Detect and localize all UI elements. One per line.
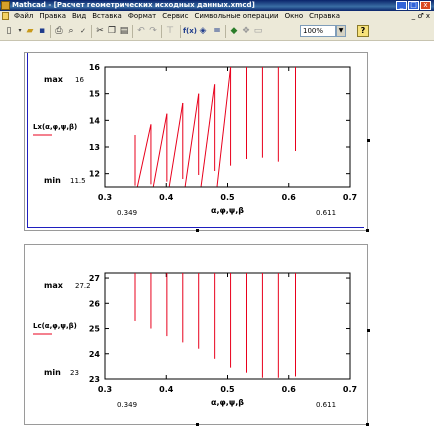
component-icon[interactable]: ◆ — [228, 25, 240, 37]
minimize-button[interactable]: _ — [396, 1, 407, 10]
x-axis-label: α,φ,ψ,β — [211, 398, 244, 407]
standard-toolbar: ▯ ▾ ▰ ▪ ⎙ ⌕ ✓ ✂ ❐ ▤ ↶ ↷ ⊤ f(x) ◈ = ◆ ❖ ▭… — [0, 22, 434, 41]
print-preview-icon[interactable]: ⌕ — [65, 25, 77, 37]
y-tick-label: 25 — [89, 325, 101, 334]
series-segment — [152, 113, 168, 187]
spell-check-icon[interactable]: ✓ — [77, 25, 89, 37]
x-tick-label: 0.5 — [220, 385, 235, 394]
close-button[interactable]: x — [420, 1, 431, 10]
menu-window[interactable]: Окно — [282, 11, 307, 22]
menu-format[interactable]: Формат — [125, 11, 159, 22]
xmax-value: 0.611 — [316, 401, 336, 409]
x-tick-label: 0.3 — [98, 385, 112, 394]
ymax-value: 16 — [75, 76, 84, 84]
series-segment — [216, 66, 232, 187]
title-bar: Mathcad - [Расчет геометрических исходны… — [0, 0, 434, 11]
xmax-value: 0.611 — [316, 209, 336, 217]
ymax-label: max — [44, 281, 64, 290]
y-tick-label: 12 — [89, 170, 100, 179]
y-axis-function-label: Lc(α,φ,ψ,β) — [33, 322, 77, 330]
x-tick-label: 0.7 — [343, 193, 357, 202]
y-axis-function-label: Lx(α,φ,ψ,β) — [33, 123, 77, 131]
menu-view[interactable]: Вид — [69, 11, 89, 22]
window-title: Mathcad - [Расчет геометрических исходны… — [12, 1, 255, 9]
menu-insert[interactable]: Вставка — [89, 11, 125, 22]
undo-icon[interactable]: ↶ — [135, 25, 147, 37]
ymin-label: min — [44, 368, 61, 377]
menu-bar: Файл Правка Вид Вставка Формат Сервис Символьн… — [0, 11, 434, 22]
y-tick-label: 23 — [89, 375, 100, 384]
x-tick-label: 0.4 — [159, 193, 174, 202]
x-tick-label: 0.6 — [282, 385, 297, 394]
paste-icon[interactable]: ▤ — [118, 25, 130, 37]
print-icon[interactable]: ⎙ — [53, 25, 65, 37]
x-tick-label: 0.5 — [220, 193, 235, 202]
calculate-icon[interactable]: = — [211, 25, 223, 37]
document-icon[interactable] — [2, 12, 9, 20]
mdi-window-controls[interactable]: _ ♂ x — [412, 11, 430, 22]
cut-icon[interactable]: ✂ — [94, 25, 106, 37]
ymax-label: max — [44, 75, 64, 84]
menu-edit[interactable]: Правка — [36, 11, 69, 22]
align-icon[interactable]: ⊤ — [164, 25, 176, 37]
xmin-value: 0.349 — [117, 401, 137, 409]
menu-symbolics[interactable]: Символьные операции — [191, 11, 281, 22]
menu-help[interactable]: Справка — [306, 11, 343, 22]
worksheet[interactable]: 0.3 0.4 0.5 0.6 0.7 12 13 14 15 16 max 16 min 11.5 Lx(… — [0, 41, 434, 435]
ymin-value: 11.5 — [70, 177, 86, 185]
mathcad-app-icon[interactable] — [1, 1, 10, 10]
x-tick-label: 0.7 — [343, 385, 357, 394]
y-tick-label: 26 — [89, 299, 101, 308]
resources-icon[interactable]: ❖ — [240, 25, 252, 37]
x-tick-label: 0.6 — [282, 193, 297, 202]
maximize-button[interactable]: □ — [408, 1, 419, 10]
x-axis-label: α,φ,ψ,β — [211, 206, 244, 215]
ymin-label: min — [44, 176, 61, 185]
plot-frame — [104, 66, 351, 188]
redo-icon[interactable]: ↷ — [147, 25, 159, 37]
save-icon[interactable]: ▪ — [36, 25, 48, 37]
plot-frame — [104, 272, 351, 380]
ymax-value: 27.2 — [75, 282, 91, 290]
series-segment — [168, 102, 184, 187]
series-segment — [136, 124, 152, 187]
y-tick-label: 13 — [89, 143, 100, 152]
insert-function-icon[interactable]: f(x) — [183, 25, 197, 37]
y-tick-label: 14 — [89, 116, 101, 125]
zoom-select[interactable]: 100% — [300, 25, 336, 37]
help-icon[interactable]: ? — [357, 25, 369, 37]
hyperlink-icon[interactable]: ▭ — [252, 25, 264, 37]
open-icon[interactable]: ▰ — [24, 25, 36, 37]
menu-tools[interactable]: Сервис — [159, 11, 191, 22]
y-tick-label: 16 — [89, 63, 101, 72]
menu-file[interactable]: Файл — [11, 11, 36, 22]
y-tick-label: 15 — [89, 90, 101, 99]
x-tick-label: 0.3 — [98, 193, 112, 202]
plots-canvas: 0.3 0.4 0.5 0.6 0.7 12 13 14 15 16 max 16 min 11.5 Lx(… — [33, 63, 357, 409]
x-tick-label: 0.4 — [159, 385, 174, 394]
copy-icon[interactable]: ❐ — [106, 25, 118, 37]
y-tick-label: 24 — [89, 350, 101, 359]
xmin-value: 0.349 — [117, 209, 137, 217]
ymin-value: 23 — [70, 369, 79, 377]
series-segment — [200, 84, 216, 187]
chevron-down-icon[interactable]: ▼ — [336, 25, 346, 37]
insert-unit-icon[interactable]: ◈ — [197, 25, 209, 37]
series-segment — [184, 93, 200, 187]
